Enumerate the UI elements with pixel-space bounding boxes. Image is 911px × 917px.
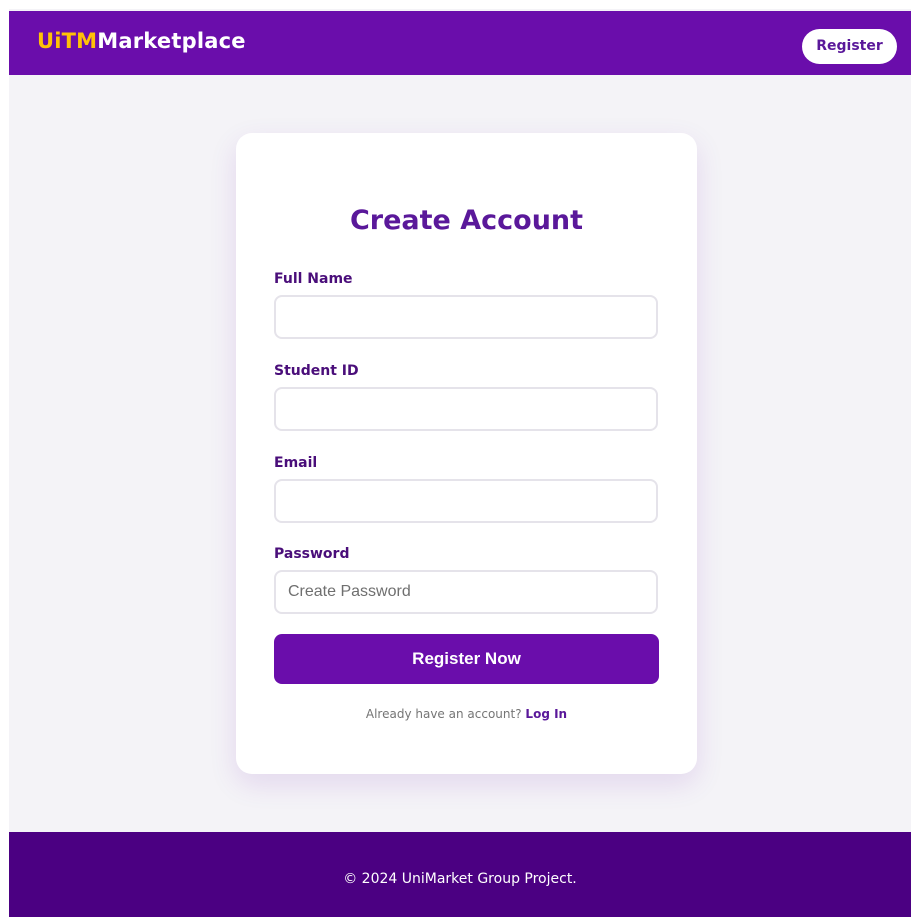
- email-input[interactable]: [274, 479, 658, 523]
- email-label: Email: [274, 455, 318, 471]
- logo-accent-text: UiTM: [37, 29, 98, 53]
- full-name-label: Full Name: [274, 271, 353, 287]
- login-prompt: Already have an account? Log In: [236, 705, 697, 723]
- site-logo[interactable]: UiTMMarketplace: [37, 31, 246, 52]
- site-footer: © 2024 UniMarket Group Project.: [9, 832, 911, 917]
- register-card: Create Account Full Name Student ID Emai…: [236, 133, 697, 774]
- logo-main-text: Marketplace: [97, 29, 246, 53]
- top-navbar: UiTMMarketplace Register: [9, 11, 911, 75]
- login-prompt-text: Already have an account?: [365, 707, 522, 721]
- password-input[interactable]: [274, 570, 658, 614]
- header-register-button[interactable]: Register: [802, 29, 897, 64]
- register-now-button[interactable]: Register Now: [274, 634, 659, 684]
- full-name-input[interactable]: [274, 295, 658, 339]
- login-link[interactable]: Log In: [525, 707, 567, 721]
- form-title: Create Account: [349, 205, 584, 236]
- page: UiTMMarketplace Register Create Account …: [9, 9, 911, 917]
- password-label: Password: [274, 546, 350, 562]
- copyright-text: © 2024 UniMarket Group Project.: [343, 871, 577, 887]
- student-id-input[interactable]: [274, 387, 658, 431]
- student-id-label: Student ID: [274, 363, 359, 379]
